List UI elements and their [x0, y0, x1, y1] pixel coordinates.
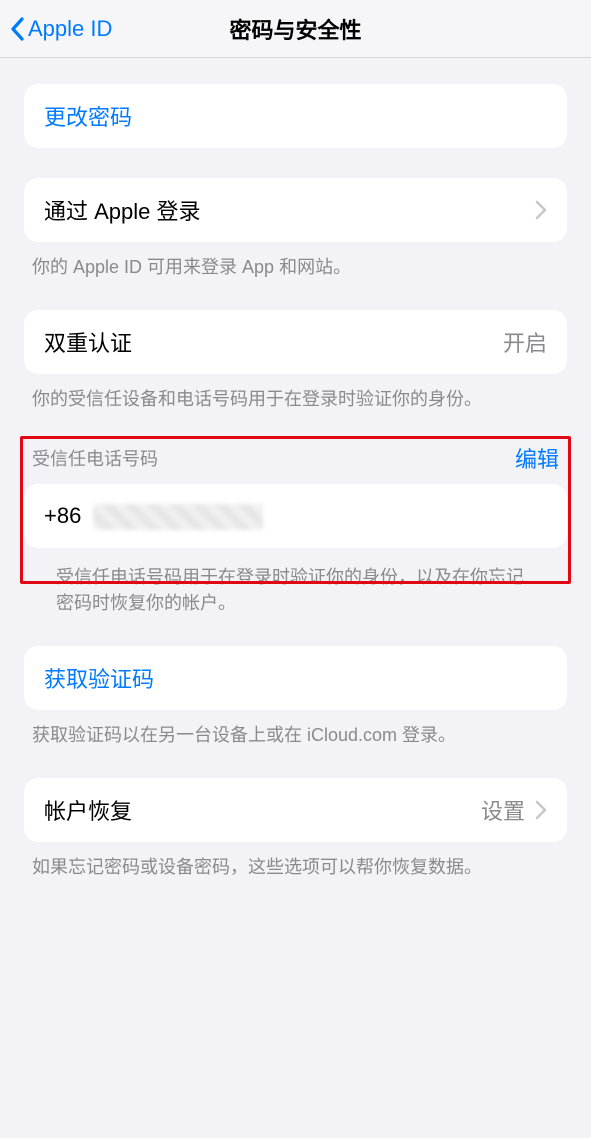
trusted-phone-header: 受信任电话号码 [32, 445, 158, 471]
sign-in-with-apple-footer: 你的 Apple ID 可用来登录 App 和网站。 [24, 242, 567, 280]
group-change-password: 更改密码 [24, 84, 567, 148]
chevron-right-icon [535, 800, 547, 820]
two-factor-status: 开启 [503, 326, 547, 358]
group-sign-in-with-apple: 通过 Apple 登录 你的 Apple ID 可用来登录 App 和网站。 [24, 178, 567, 280]
change-password-row[interactable]: 更改密码 [24, 84, 567, 148]
trusted-phone-footer: 受信任电话号码用于在登录时验证你的身份，以及在你忘记密码时恢复你的帐户。 [24, 552, 567, 616]
group-trusted-phone: 受信任电话号码 编辑 +86 [24, 442, 567, 548]
account-recovery-value: 设置 [481, 794, 525, 826]
back-button[interactable]: Apple ID [10, 0, 112, 57]
two-factor-row[interactable]: 双重认证 开启 [24, 310, 567, 374]
trusted-phone-prefix: +86 [44, 503, 81, 528]
trusted-phone-row[interactable]: +86 [24, 484, 567, 548]
sign-in-with-apple-row[interactable]: 通过 Apple 登录 [24, 178, 567, 242]
group-two-factor: 双重认证 开启 你的受信任设备和电话号码用于在登录时验证你的身份。 [24, 310, 567, 412]
get-code-row[interactable]: 获取验证码 [24, 646, 567, 710]
page-title: 密码与安全性 [229, 13, 361, 45]
back-label: Apple ID [28, 16, 112, 42]
two-factor-label: 双重认证 [44, 326, 132, 358]
two-factor-footer: 你的受信任设备和电话号码用于在登录时验证你的身份。 [24, 374, 567, 412]
chevron-right-icon [535, 200, 547, 220]
navbar: Apple ID 密码与安全性 [0, 0, 591, 58]
get-code-label: 获取验证码 [44, 662, 154, 694]
trusted-phone-edit-button[interactable]: 编辑 [515, 442, 559, 474]
chevron-left-icon [10, 17, 24, 41]
trusted-phone-number: +86 [44, 503, 263, 530]
account-recovery-label: 帐户恢复 [44, 794, 132, 826]
get-code-footer: 获取验证码以在另一台设备上或在 iCloud.com 登录。 [24, 710, 567, 748]
sign-in-with-apple-label: 通过 Apple 登录 [44, 194, 201, 226]
redacted-phone-mask [93, 504, 263, 530]
group-get-code: 获取验证码 获取验证码以在另一台设备上或在 iCloud.com 登录。 [24, 646, 567, 748]
account-recovery-footer: 如果忘记密码或设备密码，这些选项可以帮你恢复数据。 [24, 842, 567, 880]
group-account-recovery: 帐户恢复 设置 如果忘记密码或设备密码，这些选项可以帮你恢复数据。 [24, 778, 567, 880]
change-password-label: 更改密码 [44, 100, 132, 132]
account-recovery-row[interactable]: 帐户恢复 设置 [24, 778, 567, 842]
